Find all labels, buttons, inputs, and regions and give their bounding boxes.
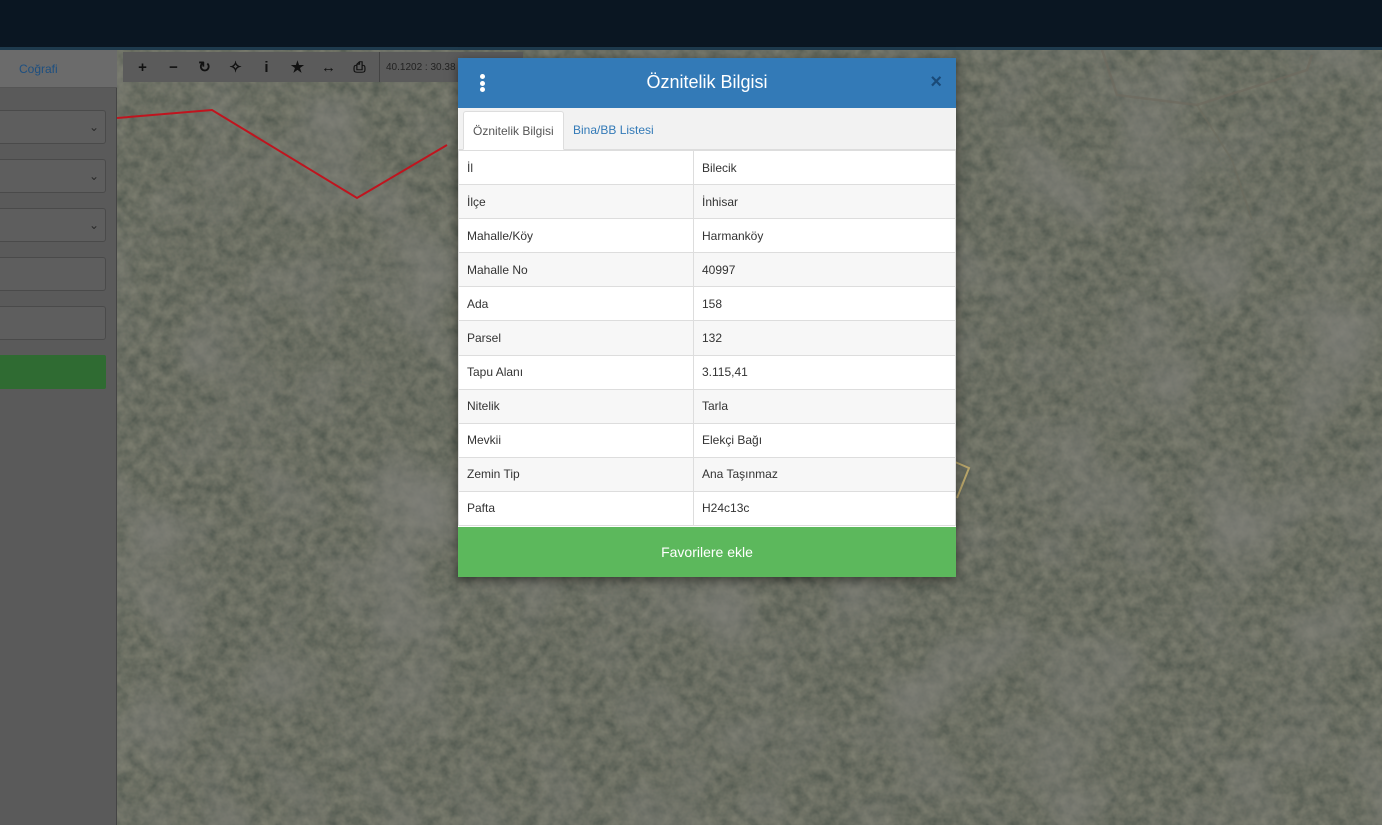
block-input[interactable] bbox=[0, 257, 106, 291]
table-row: Ada 158 bbox=[458, 286, 956, 322]
zoom-in-icon[interactable]: + bbox=[127, 52, 158, 82]
star-icon[interactable]: ★ bbox=[282, 52, 313, 82]
table-row: İlçe İnhisar bbox=[458, 184, 956, 220]
close-icon[interactable]: × bbox=[930, 72, 942, 92]
table-row: Pafta H24c13c bbox=[458, 490, 956, 527]
attr-key: İl bbox=[458, 149, 694, 186]
chevron-down-icon: ⌄ bbox=[88, 218, 99, 232]
attr-key: Pafta bbox=[458, 490, 694, 527]
chevron-down-icon: ⌄ bbox=[88, 169, 99, 183]
neighborhood-select[interactable]: ⌄ bbox=[0, 208, 106, 242]
attr-value: Bilecik bbox=[693, 149, 956, 186]
attr-key: Mevkii bbox=[458, 422, 694, 458]
attr-value: 3.115,41 bbox=[693, 354, 956, 390]
attribute-info-modal: Öznitelik Bilgisi × Öznitelik Bilgisi Bi… bbox=[458, 58, 956, 577]
locate-icon[interactable]: ✧ bbox=[220, 52, 251, 82]
tab-cografi-label: Coğrafi bbox=[19, 62, 58, 76]
attr-value: H24c13c bbox=[693, 490, 956, 527]
attribute-table: İl Bilecik İlçe İnhisar Mahalle/Köy Harmank… bbox=[458, 149, 956, 527]
top-navbar bbox=[0, 0, 1382, 47]
attr-value: 158 bbox=[693, 286, 956, 322]
refresh-icon[interactable]: ↻ bbox=[189, 52, 220, 82]
attr-key: Mahalle/Köy bbox=[458, 218, 694, 254]
table-row: Mevkii Elekçi Bağı bbox=[458, 422, 956, 458]
attr-key: Parsel bbox=[458, 320, 694, 356]
measure-icon[interactable]: ↔ bbox=[313, 52, 344, 82]
attr-value: 132 bbox=[693, 320, 956, 356]
left-search-panel: Coğrafi ⌄ ⌄ ⌄ bbox=[0, 50, 117, 825]
zoom-out-icon[interactable]: − bbox=[158, 52, 189, 82]
add-to-favorites-button[interactable]: Favorilere ekle bbox=[458, 527, 956, 577]
attr-key: Tapu Alanı bbox=[458, 354, 694, 390]
district-select[interactable]: ⌄ bbox=[0, 159, 106, 193]
chevron-down-icon: ⌄ bbox=[88, 120, 99, 134]
table-row: Tapu Alanı 3.115,41 bbox=[458, 354, 956, 390]
attr-value: İnhisar bbox=[693, 184, 956, 220]
toolbar-separator bbox=[379, 52, 380, 82]
modal-title: Öznitelik Bilgisi bbox=[646, 72, 768, 92]
parcel-input[interactable] bbox=[0, 306, 106, 340]
query-button[interactable] bbox=[0, 355, 106, 389]
table-row: Zemin Tip Ana Taşınmaz bbox=[458, 456, 956, 492]
attr-key: Ada bbox=[458, 286, 694, 322]
modal-header: Öznitelik Bilgisi × bbox=[458, 58, 956, 108]
province-select[interactable]: ⌄ bbox=[0, 110, 106, 144]
attr-value: 40997 bbox=[693, 252, 956, 288]
coordinate-readout: 40.1202 : 30.38 bbox=[386, 61, 456, 73]
tab-building-list[interactable]: Bina/BB Listesi bbox=[564, 111, 663, 150]
table-row: Nitelik Tarla bbox=[458, 388, 956, 424]
table-row: İl Bilecik bbox=[458, 149, 956, 186]
tab-attribute-info[interactable]: Öznitelik Bilgisi bbox=[463, 111, 564, 150]
modal-tabs: Öznitelik Bilgisi Bina/BB Listesi bbox=[458, 108, 956, 150]
attr-value: Tarla bbox=[693, 388, 956, 424]
attr-key: Zemin Tip bbox=[458, 456, 694, 492]
attr-key: İlçe bbox=[458, 184, 694, 220]
attr-value: Elekçi Bağı bbox=[693, 422, 956, 458]
tab-cografi[interactable]: Coğrafi bbox=[0, 50, 117, 88]
attr-key: Mahalle No bbox=[458, 252, 694, 288]
print-icon[interactable]: ⎙ bbox=[344, 52, 375, 82]
info-icon[interactable]: i bbox=[251, 52, 282, 82]
attr-value: Harmanköy bbox=[693, 218, 956, 254]
attr-key: Nitelik bbox=[458, 388, 694, 424]
attr-value: Ana Taşınmaz bbox=[693, 456, 956, 492]
table-row: Parsel 132 bbox=[458, 320, 956, 356]
table-row: Mahalle No 40997 bbox=[458, 252, 956, 288]
table-row: Mahalle/Köy Harmanköy bbox=[458, 218, 956, 254]
